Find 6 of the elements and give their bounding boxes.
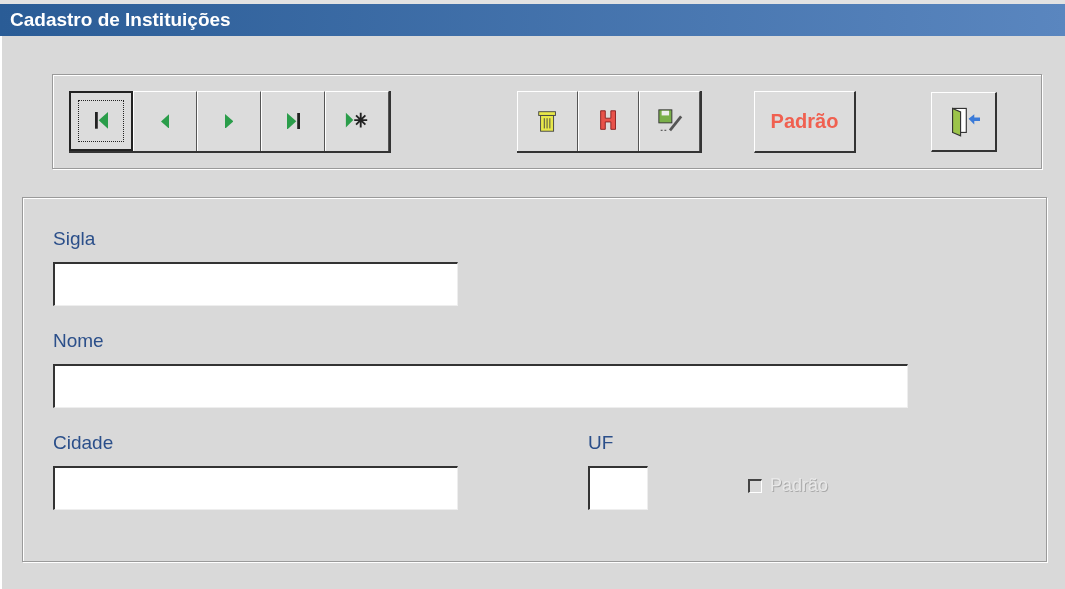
default-button[interactable]: Padrão: [754, 90, 856, 153]
field-label: Sigla: [53, 228, 96, 250]
field-label: UF: [588, 432, 614, 454]
window-title: Cadastro de Instituições: [10, 9, 231, 31]
field-label: Cidade: [53, 432, 114, 454]
field-label: Nome: [53, 330, 104, 352]
